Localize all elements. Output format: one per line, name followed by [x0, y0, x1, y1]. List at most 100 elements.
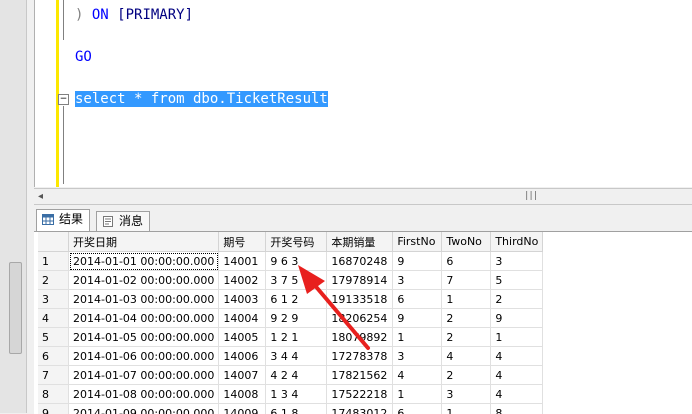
scroll-left-arrow-icon[interactable]: ◂: [38, 191, 43, 202]
table-cell[interactable]: 14007: [219, 366, 266, 385]
table-cell[interactable]: 2014-01-05 00:00:00.000: [69, 328, 219, 347]
code-line-go[interactable]: GO: [75, 49, 92, 65]
column-header[interactable]: 开奖号码: [266, 232, 327, 252]
table-cell[interactable]: 14006: [219, 347, 266, 366]
table-cell[interactable]: 18206254: [327, 309, 393, 328]
column-header[interactable]: TwoNo: [442, 232, 491, 252]
selected-query-text[interactable]: select * from dbo.TicketResult: [75, 91, 328, 107]
code-line-on-primary[interactable]: ) ON [PRIMARY]: [75, 7, 193, 23]
column-header[interactable]: ThirdNo: [491, 232, 543, 252]
table-cell[interactable]: 17821562: [327, 366, 393, 385]
table-cell[interactable]: 9: [491, 309, 543, 328]
scrollbar-grip-icon[interactable]: |||: [524, 191, 537, 201]
row-number[interactable]: 3: [38, 290, 69, 309]
table-cell[interactable]: 16870248: [327, 252, 393, 271]
table-cell[interactable]: 2: [442, 309, 491, 328]
table-cell[interactable]: 2: [442, 366, 491, 385]
table-cell[interactable]: 3 4 4: [266, 347, 327, 366]
row-number[interactable]: 7: [38, 366, 69, 385]
table-cell[interactable]: 17483012: [327, 404, 393, 414]
table-cell[interactable]: 6: [442, 252, 491, 271]
table-row[interactable]: 22014-01-02 00:00:00.000140023 7 5179789…: [38, 271, 543, 290]
table-cell[interactable]: 9: [393, 252, 442, 271]
table-cell[interactable]: 14009: [219, 404, 266, 414]
table-cell[interactable]: 6 1 8: [266, 404, 327, 414]
table-cell[interactable]: 4: [491, 347, 543, 366]
table-cell[interactable]: 2: [442, 328, 491, 347]
table-cell[interactable]: 14002: [219, 271, 266, 290]
table-row[interactable]: 82014-01-08 00:00:00.000140081 3 4175222…: [38, 385, 543, 404]
table-cell[interactable]: 1: [442, 404, 491, 414]
column-header[interactable]: 开奖日期: [69, 232, 219, 252]
row-number[interactable]: 5: [38, 328, 69, 347]
tab-messages[interactable]: 消息: [96, 211, 150, 231]
row-number[interactable]: 1: [38, 252, 69, 271]
table-cell[interactable]: 9 6 3: [266, 252, 327, 271]
table-cell[interactable]: 19133518: [327, 290, 393, 309]
table-row[interactable]: 32014-01-03 00:00:00.000140036 1 2191335…: [38, 290, 543, 309]
table-cell[interactable]: 4 2 4: [266, 366, 327, 385]
collapse-icon[interactable]: −: [58, 94, 69, 105]
table-cell[interactable]: 14004: [219, 309, 266, 328]
table-cell[interactable]: 4: [491, 385, 543, 404]
table-cell[interactable]: 14008: [219, 385, 266, 404]
row-number[interactable]: 6: [38, 347, 69, 366]
table-cell[interactable]: 6: [393, 404, 442, 414]
table-cell[interactable]: 8: [491, 404, 543, 414]
query-editor[interactable]: ) ON [PRIMARY] GO − select * from dbo.Ti…: [34, 0, 692, 187]
column-header[interactable]: 本期销量: [327, 232, 393, 252]
table-cell[interactable]: 7: [442, 271, 491, 290]
row-number[interactable]: 9: [38, 404, 69, 414]
table-cell[interactable]: 2014-01-04 00:00:00.000: [69, 309, 219, 328]
table-cell[interactable]: 3 7 5: [266, 271, 327, 290]
table-cell[interactable]: 5: [491, 271, 543, 290]
table-cell[interactable]: 2014-01-01 00:00:00.000: [69, 252, 219, 271]
table-cell[interactable]: 4: [491, 366, 543, 385]
table-cell[interactable]: 2014-01-09 00:00:00.000: [69, 404, 219, 414]
table-row[interactable]: 62014-01-06 00:00:00.000140063 4 4172783…: [38, 347, 543, 366]
table-cell[interactable]: 17278378: [327, 347, 393, 366]
table-cell[interactable]: 14001: [219, 252, 266, 271]
table-cell[interactable]: 9: [393, 309, 442, 328]
tab-results[interactable]: 结果: [36, 209, 90, 231]
table-row[interactable]: 42014-01-04 00:00:00.000140049 2 9182062…: [38, 309, 543, 328]
table-cell[interactable]: 1: [442, 290, 491, 309]
horizontal-scrollbar[interactable]: ◂ |||: [34, 188, 692, 205]
table-cell[interactable]: 2: [491, 290, 543, 309]
table-cell[interactable]: 3: [393, 271, 442, 290]
code-line-select[interactable]: select * from dbo.TicketResult: [75, 91, 328, 107]
table-cell[interactable]: 9 2 9: [266, 309, 327, 328]
results-grid[interactable]: 开奖日期 期号 开奖号码 本期销量 FirstNo TwoNo ThirdNo …: [34, 231, 692, 414]
table-cell[interactable]: 1: [393, 328, 442, 347]
row-number-header[interactable]: [38, 232, 69, 252]
table-row[interactable]: 52014-01-05 00:00:00.000140051 2 1180798…: [38, 328, 543, 347]
table-cell[interactable]: 18079892: [327, 328, 393, 347]
table-row[interactable]: 12014-01-01 00:00:00.000140019 6 3168702…: [38, 252, 543, 271]
vertical-scrollbar-thumb[interactable]: [9, 262, 22, 354]
table-cell[interactable]: 4: [393, 366, 442, 385]
table-cell[interactable]: 2014-01-08 00:00:00.000: [69, 385, 219, 404]
table-cell[interactable]: 3: [393, 347, 442, 366]
table-cell[interactable]: 2014-01-06 00:00:00.000: [69, 347, 219, 366]
table-cell[interactable]: 17522218: [327, 385, 393, 404]
row-number[interactable]: 8: [38, 385, 69, 404]
column-header[interactable]: 期号: [219, 232, 266, 252]
table-cell[interactable]: 1 2 1: [266, 328, 327, 347]
table-row[interactable]: 92014-01-09 00:00:00.000140096 1 8174830…: [38, 404, 543, 414]
table-cell[interactable]: 14003: [219, 290, 266, 309]
table-cell[interactable]: 1 3 4: [266, 385, 327, 404]
table-cell[interactable]: 2014-01-07 00:00:00.000: [69, 366, 219, 385]
table-cell[interactable]: 3: [491, 252, 543, 271]
table-cell[interactable]: 6 1 2: [266, 290, 327, 309]
column-header[interactable]: FirstNo: [393, 232, 442, 252]
table-cell[interactable]: 14005: [219, 328, 266, 347]
table-cell[interactable]: 6: [393, 290, 442, 309]
table-cell[interactable]: 1: [491, 328, 543, 347]
table-cell[interactable]: 4: [442, 347, 491, 366]
table-cell[interactable]: 3: [442, 385, 491, 404]
row-number[interactable]: 4: [38, 309, 69, 328]
table-cell[interactable]: 2014-01-03 00:00:00.000: [69, 290, 219, 309]
table-row[interactable]: 72014-01-07 00:00:00.000140074 2 4178215…: [38, 366, 543, 385]
row-number[interactable]: 2: [38, 271, 69, 290]
table-cell[interactable]: 1: [393, 385, 442, 404]
